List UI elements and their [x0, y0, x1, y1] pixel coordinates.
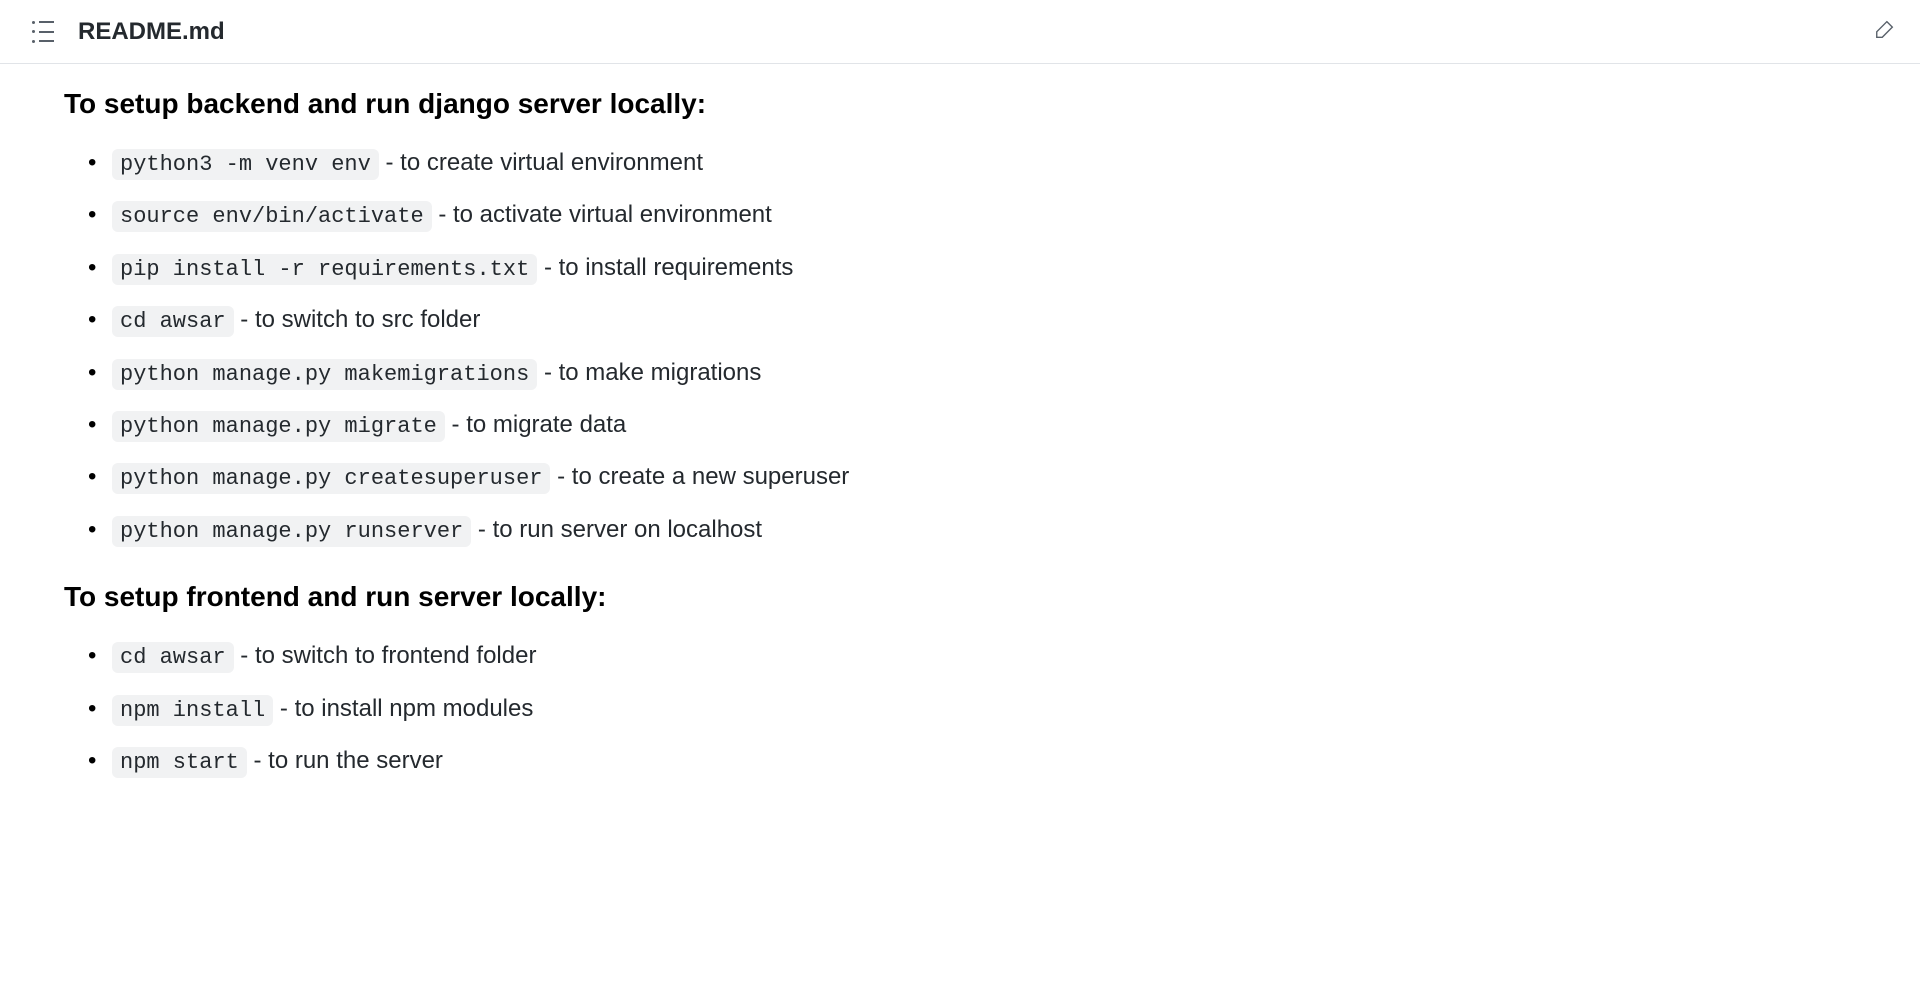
- step-description: - to install npm modules: [273, 695, 533, 722]
- code-snippet: cd awsar: [112, 642, 234, 673]
- code-snippet: source env/bin/activate: [112, 201, 432, 232]
- step-description: - to run server on localhost: [471, 516, 762, 543]
- step-description: - to switch to src folder: [234, 306, 481, 333]
- step-description: - to create a new superuser: [550, 463, 849, 490]
- code-snippet: npm install: [112, 695, 273, 726]
- toc-icon[interactable]: [32, 21, 54, 43]
- list-item: pip install -r requirements.txt - to ins…: [88, 249, 1856, 287]
- step-description: - to run the server: [247, 747, 443, 774]
- step-description: - to make migrations: [537, 359, 761, 386]
- code-snippet: python manage.py runserver: [112, 516, 471, 547]
- readme-content: To setup backend and run django server l…: [0, 64, 1920, 836]
- backend-steps: python3 -m venv env - to create virtual …: [64, 144, 1856, 549]
- list-item: python manage.py createsuperuser - to cr…: [88, 458, 1856, 496]
- readme-header: README.md: [0, 0, 1920, 64]
- step-description: - to create virtual environment: [379, 149, 703, 176]
- step-description: - to switch to frontend folder: [234, 642, 537, 669]
- code-snippet: cd awsar: [112, 306, 234, 337]
- code-snippet: python manage.py migrate: [112, 411, 445, 442]
- list-item: python manage.py makemigrations - to mak…: [88, 354, 1856, 392]
- list-item: source env/bin/activate - to activate vi…: [88, 196, 1856, 234]
- code-snippet: python manage.py makemigrations: [112, 359, 537, 390]
- code-snippet: python manage.py createsuperuser: [112, 463, 550, 494]
- step-description: - to migrate data: [445, 411, 626, 438]
- step-description: - to activate virtual environment: [432, 201, 772, 228]
- filename: README.md: [78, 18, 225, 46]
- header-left: README.md: [32, 18, 225, 46]
- list-item: cd awsar - to switch to src folder: [88, 301, 1856, 339]
- code-snippet: npm start: [112, 747, 247, 778]
- step-description: - to install requirements: [537, 254, 793, 281]
- list-item: python manage.py runserver - to run serv…: [88, 511, 1856, 549]
- list-item: cd awsar - to switch to frontend folder: [88, 637, 1856, 675]
- edit-icon[interactable]: [1870, 14, 1900, 49]
- section-heading: To setup backend and run django server l…: [64, 88, 1856, 120]
- list-item: python3 -m venv env - to create virtual …: [88, 144, 1856, 182]
- list-item: npm start - to run the server: [88, 742, 1856, 780]
- list-item: python manage.py migrate - to migrate da…: [88, 406, 1856, 444]
- frontend-steps: cd awsar - to switch to frontend folder …: [64, 637, 1856, 780]
- code-snippet: python3 -m venv env: [112, 149, 379, 180]
- list-item: npm install - to install npm modules: [88, 690, 1856, 728]
- section-heading: To setup frontend and run server locally…: [64, 581, 1856, 613]
- code-snippet: pip install -r requirements.txt: [112, 254, 537, 285]
